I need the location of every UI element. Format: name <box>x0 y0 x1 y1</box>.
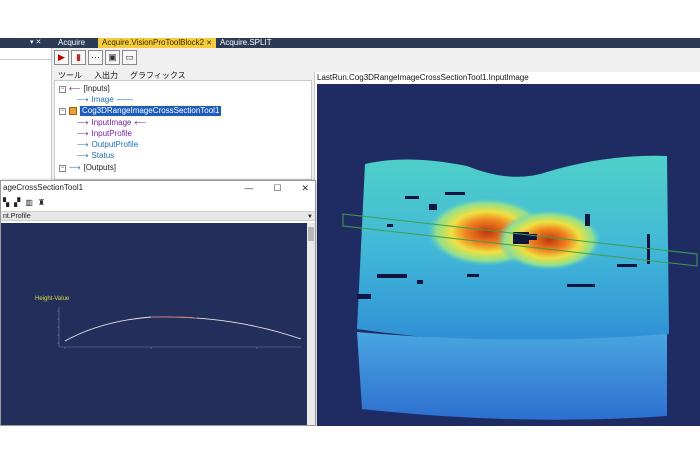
tree-node-tool[interactable]: − Cog3DRangeImageCrossSectionTool1 <box>59 105 223 117</box>
tab-label: Acquire.VisionProToolBlock2 <box>102 38 205 47</box>
tree-node-status[interactable]: ⟶ Status <box>77 151 114 161</box>
copy-icon[interactable]: ▚ <box>3 198 9 207</box>
tree-node-input-image[interactable]: ⟶ InputImage ⟵ <box>77 118 146 128</box>
tree-node-outputs[interactable]: − ⟶ [Outputs] <box>59 163 116 173</box>
tab-label: Acquire <box>58 38 86 47</box>
pin-icon[interactable]: ♜ <box>38 198 45 207</box>
document-tab-strip: ▾ ✕ Acquire Acquire.VisionProToolBlock2 ✕… <box>0 38 700 48</box>
paste-icon[interactable]: ▞ <box>14 198 20 207</box>
left-side-panel <box>0 48 52 188</box>
tab-acquire-toolblock2[interactable]: Acquire.VisionProToolBlock2 ✕ <box>98 38 217 48</box>
dots-icon: ⋯ <box>91 52 100 62</box>
window-toolbar: ▚ ▞ ▥ ♜ <box>1 198 45 207</box>
image-button[interactable]: ▣ <box>105 50 120 65</box>
panel-button[interactable]: ▭ <box>122 50 137 65</box>
output-arrow-icon: ⟶ <box>69 163 81 172</box>
tree-node-label: InputImage <box>91 118 132 127</box>
tree-node-output-profile[interactable]: ⟶ OutputProfile <box>77 140 138 150</box>
record-icon: ▮ <box>76 52 81 62</box>
toolblock-toolbar: ▶ ▮ ⋯ ▣ ▭ <box>54 50 137 66</box>
tree-node-label: Image <box>91 95 114 104</box>
link-arrow-icon: ⟵ <box>134 118 146 127</box>
chevron-down-icon[interactable]: ▼ <box>307 212 313 222</box>
link-line: —— <box>116 95 133 104</box>
profile-plot[interactable]: Height-Value <box>1 223 307 425</box>
plot-legend: Height-Value <box>35 296 70 302</box>
close-icon[interactable]: ✕ <box>206 40 212 47</box>
divider <box>0 59 52 60</box>
scrollbar-thumb[interactable] <box>308 227 314 241</box>
tree-node-input-profile[interactable]: ⟶ InputProfile <box>77 129 132 139</box>
dots-button[interactable]: ⋯ <box>88 50 103 65</box>
display-selector-value: nt.Profile <box>3 213 31 220</box>
tree-node-inputs[interactable]: − ⟵ [Inputs] <box>59 84 110 94</box>
display-selector[interactable]: nt.Profile ▼ <box>1 211 315 221</box>
chart-icon[interactable]: ▥ <box>25 198 33 207</box>
tab-label: Acquire.SPLIT <box>220 38 272 47</box>
input-arrow-icon: ⟶ <box>77 129 89 138</box>
tab-strip-controls[interactable]: ▾ ✕ <box>30 38 41 48</box>
range-image-render <box>342 155 698 420</box>
image-icon: ▣ <box>108 52 117 62</box>
object-lower-block <box>357 332 667 420</box>
close-icon[interactable]: ✕ <box>301 181 309 195</box>
range-image-canvas[interactable] <box>317 84 700 426</box>
collapse-icon[interactable]: − <box>59 107 66 115</box>
tab-acquire[interactable]: Acquire <box>54 38 89 48</box>
bottom-margin <box>0 426 700 468</box>
tool-tree: − ⟵ [Inputs] ⟶ Image —— − Cog3DRangeImag… <box>54 80 312 180</box>
output-arrow-icon: ⟶ <box>77 151 89 160</box>
collapse-icon[interactable]: − <box>59 85 66 93</box>
panel-icon: ▭ <box>125 52 134 62</box>
tool-icon <box>69 107 77 115</box>
window-controls: — ☐ ✕ <box>244 181 309 195</box>
input-arrow-icon: ⟵ <box>69 84 81 93</box>
record-button[interactable]: ▮ <box>71 50 86 65</box>
profile-curve <box>64 316 302 342</box>
tree-node-label: OutputProfile <box>91 140 139 149</box>
tree-node-label: Status <box>91 151 115 160</box>
minimize-icon[interactable]: — <box>244 181 253 195</box>
link-arrow-icon: ⟶ <box>77 95 89 104</box>
image-display-panel: LastRun.Cog3DRangeImageCrossSectionTool1… <box>314 72 700 426</box>
run-icon: ▶ <box>58 52 65 62</box>
tree-node-label: [Inputs] <box>83 84 110 93</box>
tree-node-label: Cog3DRangeImageCrossSectionTool1 <box>78 105 223 117</box>
profile-plot-svg: Height-Value <box>35 296 302 349</box>
collapse-icon[interactable]: − <box>59 164 66 172</box>
vertical-scrollbar[interactable] <box>307 223 315 425</box>
input-arrow-icon: ⟶ <box>77 118 89 127</box>
tab-acquire-split[interactable]: Acquire.SPLIT <box>216 38 276 48</box>
tree-node-label: InputProfile <box>91 129 132 138</box>
image-display-title: LastRun.Cog3DRangeImageCrossSectionTool1… <box>317 73 529 82</box>
tree-node-label: [Outputs] <box>83 163 116 172</box>
cross-section-window: ageCrossSectionTool1 — ☐ ✕ ▚ ▞ ▥ ♜ nt.Pr… <box>0 180 316 426</box>
screenshot-frame: ▾ ✕ Acquire Acquire.VisionProToolBlock2 ✕… <box>0 0 700 468</box>
output-arrow-icon: ⟶ <box>77 140 89 149</box>
maximize-icon[interactable]: ☐ <box>273 181 281 195</box>
run-button[interactable]: ▶ <box>54 50 69 65</box>
tree-node-image[interactable]: ⟶ Image —— <box>77 95 133 105</box>
application-window: ▾ ✕ Acquire Acquire.VisionProToolBlock2 ✕… <box>0 38 700 426</box>
